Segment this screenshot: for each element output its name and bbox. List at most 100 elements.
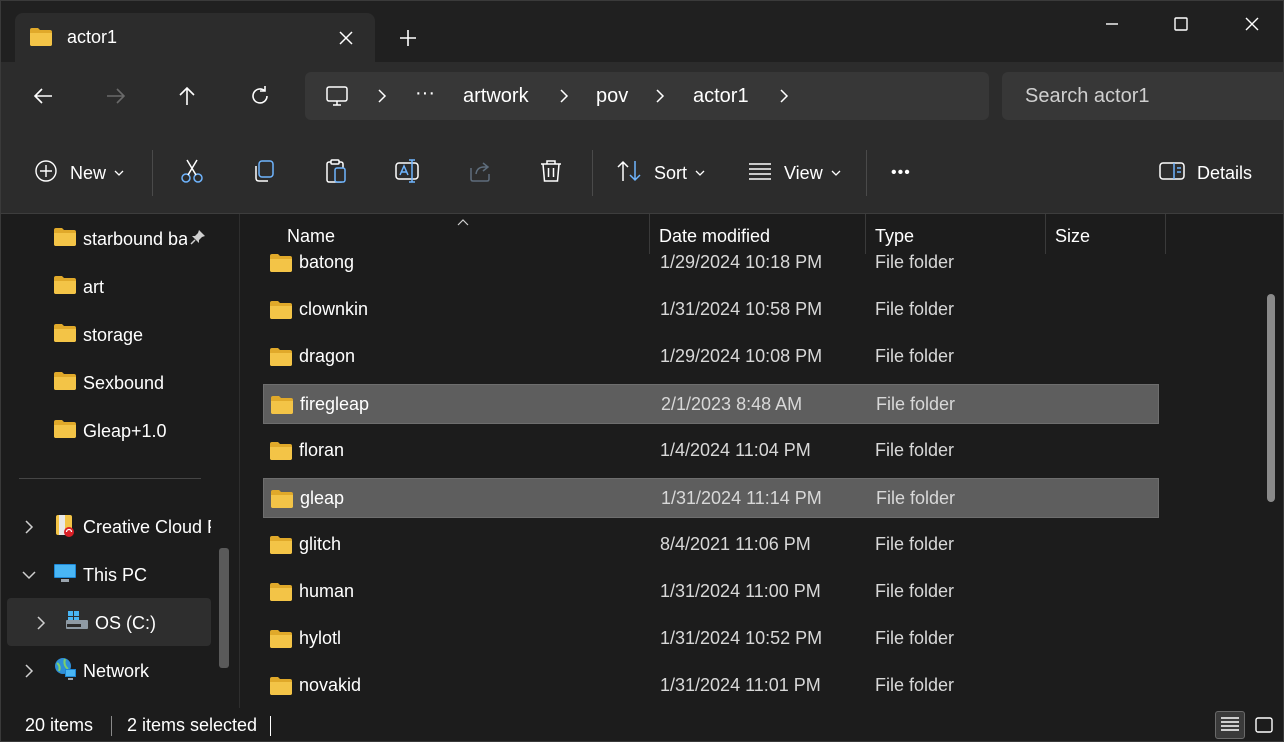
file-type: File folder — [875, 581, 955, 601]
minimize-icon[interactable] — [1089, 9, 1135, 39]
tiles-view-icon[interactable] — [1249, 711, 1279, 739]
tab-close-icon[interactable] — [333, 25, 359, 51]
file-type: File folder — [876, 488, 956, 508]
folder-icon — [270, 395, 294, 420]
breadcrumb-pov[interactable]: pov — [596, 85, 628, 108]
maximize-icon[interactable] — [1158, 9, 1204, 39]
breadcrumb[interactable]: ··· artwork pov actor1 — [305, 72, 989, 120]
breadcrumb-artwork[interactable]: artwork — [463, 85, 529, 108]
table-row[interactable]: floran 1/4/2024 11:04 PM File folder — [263, 431, 1159, 471]
table-row[interactable]: clownkin 1/31/2024 10:58 PM File folder — [263, 290, 1159, 330]
copy-button[interactable] — [251, 156, 277, 190]
chevron-right-icon[interactable] — [19, 517, 39, 537]
delete-button[interactable] — [538, 156, 564, 190]
details-view-icon[interactable] — [1215, 711, 1245, 739]
file-name: glitch — [299, 534, 342, 554]
sidebar-item-art[interactable]: art — [53, 264, 104, 310]
file-name: firegleap — [300, 394, 370, 414]
sort-label: Sort — [654, 162, 688, 183]
navigation-pane: starbound ba art storage Sexbound Gleap+… — [0, 214, 240, 708]
share-button[interactable] — [467, 156, 493, 190]
new-button[interactable]: New — [34, 156, 124, 190]
sidebar-item-gleap[interactable]: Gleap+1.0 — [53, 408, 167, 454]
up-arrow-icon[interactable] — [167, 76, 207, 116]
sidebar-item-storage[interactable]: storage — [53, 312, 143, 358]
chevron-right-icon[interactable] — [777, 88, 791, 109]
cut-button[interactable] — [179, 156, 205, 190]
folder-icon — [53, 419, 77, 444]
chevron-right-icon[interactable] — [557, 88, 571, 109]
file-type: File folder — [875, 440, 955, 460]
file-type: File folder — [875, 675, 955, 695]
rename-icon — [394, 158, 422, 189]
table-row[interactable]: human 1/31/2024 11:00 PM File folder — [263, 572, 1159, 612]
back-arrow-icon[interactable] — [23, 76, 63, 116]
file-type: File folder — [875, 299, 955, 319]
details-button[interactable]: Details — [1159, 156, 1252, 190]
refresh-icon[interactable] — [240, 76, 280, 116]
chevron-right-icon[interactable] — [653, 88, 667, 109]
folder-icon — [269, 535, 293, 560]
file-date-modified: 1/31/2024 11:00 PM — [660, 581, 821, 601]
file-type: File folder — [875, 346, 955, 366]
new-tab-button[interactable] — [393, 23, 423, 53]
view-button[interactable]: View — [748, 156, 841, 190]
breadcrumb-overflow[interactable]: ··· — [415, 82, 435, 105]
file-list-scrollbar[interactable] — [1267, 294, 1275, 502]
table-row[interactable]: glitch 8/4/2021 11:06 PM File folder — [263, 525, 1159, 565]
chevron-right-icon[interactable] — [31, 613, 51, 633]
file-type: File folder — [875, 252, 955, 272]
chevron-right-icon[interactable] — [375, 88, 389, 109]
folder-icon — [53, 371, 77, 396]
clipboard-icon — [323, 158, 349, 189]
chevron-down-icon[interactable] — [19, 565, 39, 585]
trash-icon — [538, 158, 564, 189]
breadcrumb-actor1[interactable]: actor1 — [693, 85, 749, 108]
rename-button[interactable] — [394, 156, 422, 190]
sidebar-item-label: OS (C:) — [95, 612, 156, 633]
sidebar-item-label: Gleap+1.0 — [83, 420, 167, 441]
folder-icon — [269, 441, 293, 466]
table-row[interactable]: firegleap 2/1/2023 8:48 AM File folder — [263, 384, 1159, 424]
search-placeholder: Search actor1 — [1025, 85, 1150, 107]
pin-icon[interactable] — [189, 228, 207, 251]
computer-icon — [53, 562, 77, 589]
more-options-button[interactable]: ••• — [891, 156, 911, 190]
sidebar-item-creative-cloud[interactable]: Creative Cloud F — [53, 504, 213, 550]
command-bar: New Sort View ••• Details — [0, 132, 1284, 214]
sidebar-item-sexbound[interactable]: Sexbound — [53, 360, 164, 406]
folder-icon — [53, 275, 77, 300]
sidebar-scrollbar[interactable] — [219, 548, 229, 668]
table-row[interactable]: batong 1/29/2024 10:18 PM File folder — [263, 243, 1159, 283]
sort-button[interactable]: Sort — [616, 156, 705, 190]
sidebar-item-this-pc[interactable]: This PC — [53, 552, 147, 598]
file-list: Name Date modified Type Size batong 1/29/… — [241, 214, 1284, 708]
monitor-icon[interactable] — [325, 84, 349, 113]
table-row[interactable]: hylotl 1/31/2024 10:52 PM File folder — [263, 619, 1159, 659]
sidebar-item-os-c[interactable]: OS (C:) — [65, 600, 156, 646]
folder-icon — [269, 582, 293, 607]
close-icon[interactable] — [1229, 9, 1275, 39]
tab-actor1[interactable]: actor1 — [15, 13, 375, 63]
table-row[interactable]: novakid 1/31/2024 11:01 PM File folder — [263, 666, 1159, 706]
file-type: File folder — [876, 394, 956, 414]
details-label: Details — [1197, 162, 1253, 183]
column-divider[interactable] — [1165, 214, 1166, 254]
file-name: clownkin — [299, 299, 369, 319]
new-label: New — [70, 162, 107, 183]
forward-arrow-icon[interactable] — [96, 76, 136, 116]
address-row: ··· artwork pov actor1 Search actor1 — [0, 62, 1284, 132]
folder-icon — [269, 300, 293, 325]
file-date-modified: 2/1/2023 8:48 AM — [661, 394, 803, 414]
paste-button[interactable] — [323, 156, 349, 190]
chevron-right-icon[interactable] — [19, 661, 39, 681]
table-row[interactable]: dragon 1/29/2024 10:08 PM File folder — [263, 337, 1159, 377]
creative-cloud-folder-icon — [53, 513, 77, 542]
sidebar-divider — [19, 478, 201, 479]
sidebar-item-starbound[interactable]: starbound ba — [53, 216, 213, 262]
status-divider — [270, 716, 271, 736]
table-row[interactable]: gleap 1/31/2024 11:14 PM File folder — [263, 478, 1159, 518]
sidebar-item-label: art — [83, 276, 105, 297]
sidebar-item-network[interactable]: Network — [53, 648, 149, 694]
search-input[interactable]: Search actor1 — [1002, 72, 1284, 120]
